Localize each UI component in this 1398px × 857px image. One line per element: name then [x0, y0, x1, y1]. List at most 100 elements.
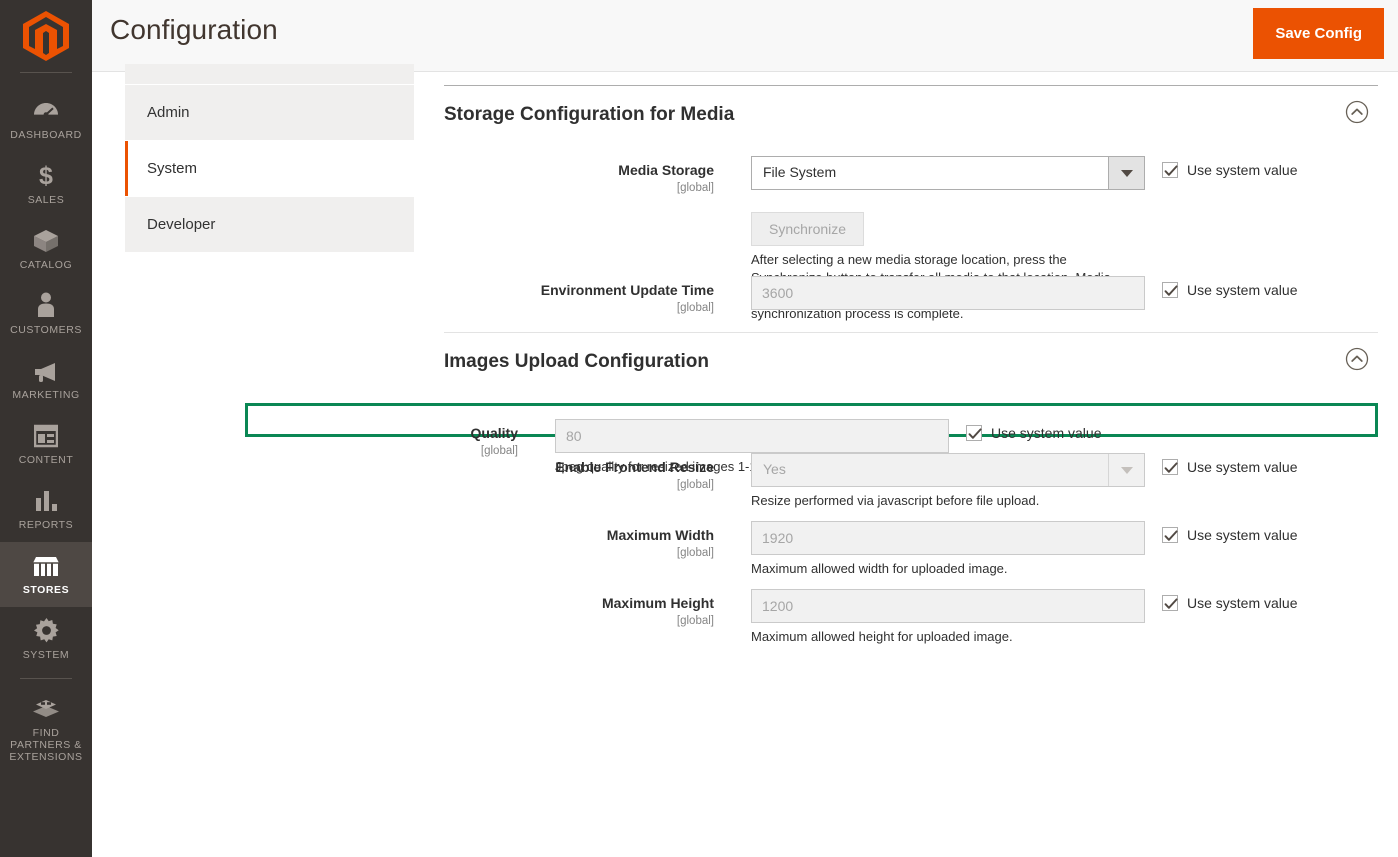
- chevron-down-icon: [1108, 454, 1144, 486]
- field-label-text: Environment Update Time: [541, 282, 714, 298]
- field-note: Maximum allowed height for uploaded imag…: [751, 628, 1145, 646]
- field-label: Enable Frontend Resize [global]: [444, 459, 714, 494]
- select-value: Yes: [763, 461, 786, 477]
- section-header[interactable]: Images Upload Configuration: [444, 333, 1378, 389]
- section-body: Quality[global]Jpeg quality for resized …: [444, 389, 1378, 623]
- sidebar-item-content[interactable]: CONTENT: [0, 412, 92, 477]
- gear-icon: [34, 617, 59, 643]
- save-config-button[interactable]: Save Config: [1253, 8, 1384, 59]
- field-label-text: Enable Frontend Resize: [555, 459, 714, 475]
- field-label: Environment Update Time [global]: [444, 282, 714, 317]
- magento-logo[interactable]: [0, 0, 92, 72]
- field-label-text: Maximum Width: [607, 527, 714, 543]
- quality-input: [555, 419, 949, 453]
- section-body: Media Storage [global] File System Use syst…: [444, 142, 1378, 310]
- sidebar-item-label: SYSTEM: [23, 649, 69, 661]
- storefront-icon: [32, 552, 60, 578]
- use-system-value-label: Use system value: [1187, 162, 1297, 178]
- field-label: Maximum Width [global]: [444, 527, 714, 562]
- use-system-value-checkbox[interactable]: Use system value: [1162, 595, 1297, 611]
- maximum-height-input: [751, 589, 1145, 623]
- bar-chart-icon: [34, 487, 58, 513]
- sidebar-item-dashboard[interactable]: DASHBOARD: [0, 87, 92, 152]
- use-system-value-label: Use system value: [1187, 459, 1297, 475]
- field-scope: [global]: [444, 300, 714, 317]
- svg-text:$: $: [39, 162, 53, 188]
- field-maximum-height: Maximum Height[global]Maximum allowed he…: [444, 589, 1378, 623]
- field-environment-update-time: Environment Update Time[global]Use syste…: [444, 276, 1378, 310]
- section-header[interactable]: Storage Configuration for Media: [444, 86, 1378, 142]
- sidebar-item-reports[interactable]: REPORTS: [0, 477, 92, 542]
- sidebar-item-label: STORES: [23, 584, 69, 596]
- field-control: YesResize performed via javascript befor…: [751, 453, 1145, 510]
- use-system-value-label: Use system value: [991, 425, 1101, 441]
- chevron-up-circle-icon[interactable]: [1345, 347, 1369, 371]
- use-system-value-label: Use system value: [1187, 282, 1297, 298]
- checkmark-icon: [966, 425, 982, 441]
- sidebar-item-label: REPORTS: [19, 519, 73, 531]
- sidebar-item-label: SALES: [28, 194, 65, 206]
- dashboard-icon: [33, 97, 59, 123]
- checkmark-icon: [1162, 459, 1178, 475]
- sidebar-item-customers[interactable]: CUSTOMERS: [0, 282, 92, 347]
- subnav-item-developer[interactable]: Developer: [125, 197, 414, 253]
- use-system-value-checkbox[interactable]: Use system value: [1162, 527, 1297, 543]
- field-scope: [global]: [444, 477, 714, 494]
- chevron-down-icon[interactable]: [1108, 157, 1144, 189]
- enable-frontend-resize-select: Yes: [751, 453, 1145, 487]
- sidebar-item-system[interactable]: SYSTEM: [0, 607, 92, 672]
- use-system-value-checkbox[interactable]: Use system value: [1162, 282, 1297, 298]
- sidebar-item-label: CATALOG: [20, 259, 72, 271]
- sidebar-item-sales[interactable]: $ SALES: [0, 152, 92, 217]
- use-system-value-checkbox[interactable]: Use system value: [966, 425, 1101, 441]
- field-label-text: Media Storage: [618, 162, 714, 178]
- page-header: Configuration Save Config: [92, 0, 1398, 72]
- config-content: Storage Configuration for Media Media Sto…: [444, 64, 1378, 657]
- chevron-up-circle-icon[interactable]: [1345, 100, 1369, 124]
- sidebar-item-label: CUSTOMERS: [10, 324, 82, 336]
- use-system-value-checkbox[interactable]: Use system value: [1162, 459, 1297, 475]
- sidebar-item-label: FIND PARTNERS & EXTENSIONS: [2, 727, 90, 763]
- subnav-item-partial[interactable]: [125, 64, 414, 85]
- sidebar-divider: [20, 678, 72, 679]
- checkmark-icon: [1162, 282, 1178, 298]
- box-icon: [33, 227, 59, 253]
- sidebar-item-catalog[interactable]: CATALOG: [0, 217, 92, 282]
- sidebar-item-label: CONTENT: [19, 454, 74, 466]
- admin-configuration-page: DASHBOARD $ SALES CATALOG CUSTOMERS MARKETING…: [0, 0, 1398, 857]
- field-quality: Quality[global]Jpeg quality for resized …: [245, 403, 1378, 437]
- field-media-storage: Media Storage[global]File SystemUse syst…: [444, 156, 1378, 190]
- field-label: Maximum Height [global]: [444, 595, 714, 630]
- sidebar-divider-top: [20, 72, 72, 73]
- field-enable-frontend-resize: Enable Frontend Resize[global]YesResize …: [444, 453, 1378, 487]
- section-title: Images Upload Configuration: [444, 351, 709, 372]
- sidebar-item-label: DASHBOARD: [10, 129, 81, 141]
- field-control: Maximum allowed height for uploaded imag…: [751, 589, 1145, 646]
- environment-update-time-input: [751, 276, 1145, 310]
- media-storage-select[interactable]: File System: [751, 156, 1145, 190]
- checkmark-icon: [1162, 162, 1178, 178]
- subnav-item-system[interactable]: System: [125, 141, 414, 197]
- sidebar-item-stores[interactable]: STORES: [0, 542, 92, 607]
- sidebar-item-find-partners-extensions[interactable]: FIND PARTNERS & EXTENSIONS: [0, 685, 92, 774]
- field-note: Maximum allowed width for uploaded image…: [751, 560, 1145, 578]
- subnav-item-admin[interactable]: Admin: [125, 85, 414, 141]
- checkmark-icon: [1162, 595, 1178, 611]
- page-title: Configuration: [110, 14, 278, 46]
- field-label-text: Quality: [471, 425, 518, 441]
- field-control: Maximum allowed width for uploaded image…: [751, 521, 1145, 578]
- use-system-value-checkbox[interactable]: Use system value: [1162, 162, 1297, 178]
- synchronize-button: Synchronize: [751, 212, 864, 246]
- field-label: Media Storage [global]: [444, 162, 714, 197]
- field-synchronize: SynchronizeAfter selecting a new media s…: [444, 212, 1378, 246]
- primary-sidebar: DASHBOARD $ SALES CATALOG CUSTOMERS MARKETING…: [0, 0, 92, 857]
- field-scope: [global]: [444, 180, 714, 197]
- extension-icon: [32, 695, 60, 721]
- dollar-icon: $: [33, 162, 59, 188]
- field-scope: [global]: [444, 613, 714, 630]
- field-control: [751, 276, 1145, 310]
- field-scope: [global]: [444, 545, 714, 562]
- sidebar-item-label: MARKETING: [12, 389, 79, 401]
- sidebar-item-marketing[interactable]: MARKETING: [0, 347, 92, 412]
- field-label-text: Maximum Height: [602, 595, 714, 611]
